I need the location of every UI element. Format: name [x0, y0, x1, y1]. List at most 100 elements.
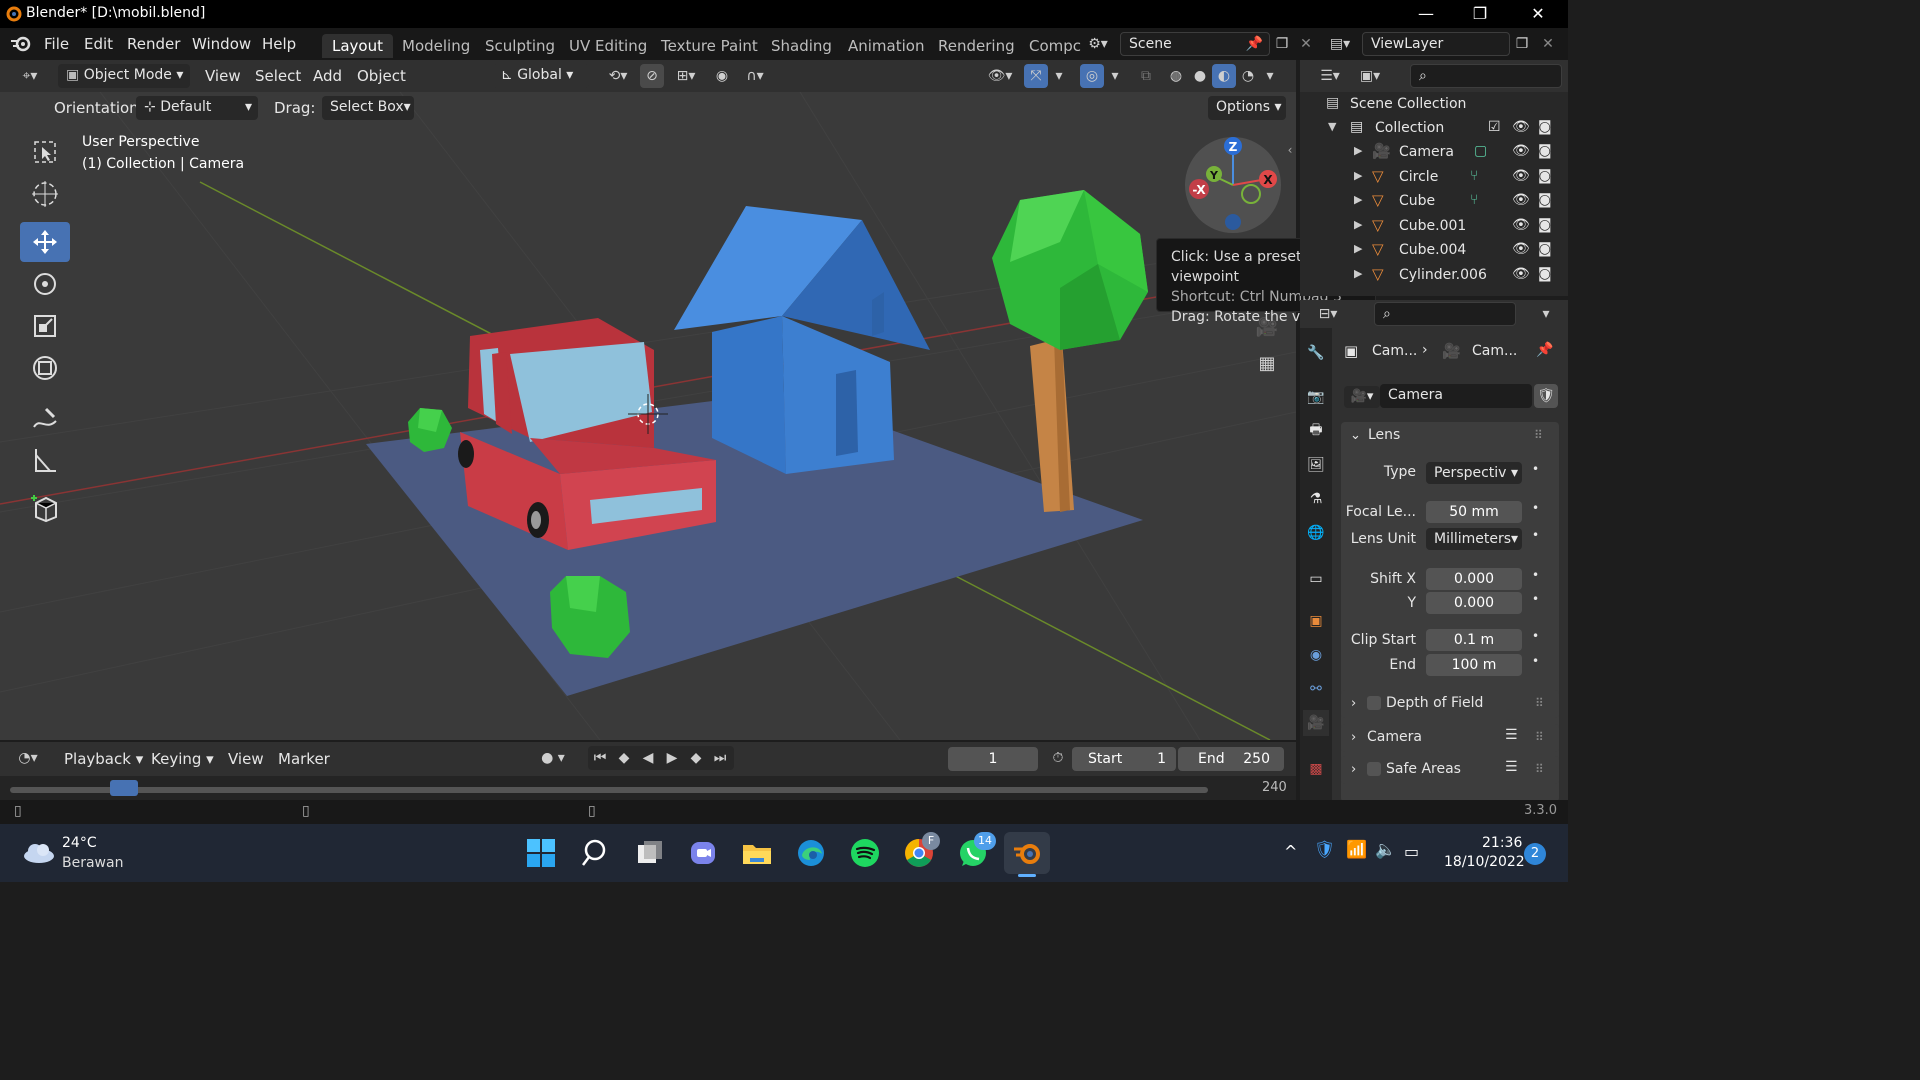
material-shading-icon[interactable]: ◐ [1212, 64, 1236, 88]
constraints-tab-icon[interactable]: ⚯ [1303, 676, 1329, 702]
viewlayer-selector-icon[interactable]: ▤▾ [1328, 32, 1352, 56]
minimize-button[interactable]: — [1398, 0, 1454, 28]
world-tab-icon[interactable]: 🌐 [1303, 520, 1329, 546]
lens-panel-header[interactable]: Lens [1368, 427, 1400, 443]
current-frame-field[interactable]: 1 [948, 747, 1038, 771]
render-camera-icon[interactable]: ◙ [1538, 266, 1552, 282]
focal-length-field[interactable]: 50 mm [1426, 501, 1522, 523]
rotate-tool[interactable] [20, 264, 70, 304]
render-camera-icon[interactable]: ◙ [1538, 119, 1552, 135]
auto-keying-icon[interactable]: ● ▾ [532, 746, 574, 770]
menu-edit[interactable]: Edit [84, 35, 113, 53]
object-tab-icon[interactable]: ▣ [1303, 608, 1329, 634]
render-camera-icon[interactable]: ◙ [1538, 241, 1552, 257]
menu-window[interactable]: Window [192, 35, 251, 53]
preview-range-icon[interactable]: ⏱ [1046, 746, 1070, 770]
presets-list-icon[interactable]: ☰ [1505, 759, 1518, 775]
viewport-menu-view[interactable]: View [205, 67, 241, 85]
3d-viewport[interactable]: User Perspective (1) Collection | Camera… [0, 92, 1376, 740]
display-mode-icon[interactable]: ▣▾ [1352, 64, 1388, 88]
outliner-row-collection[interactable]: ▼ ▤ Collection ☑ 👁 ◙ [1300, 117, 1568, 141]
prev-keyframe-icon[interactable]: ◆ [612, 746, 636, 770]
type-dropdown[interactable]: Perspectiv ▾ [1426, 462, 1522, 484]
shading-dropdown-icon[interactable]: ▾ [1260, 64, 1280, 88]
proportional-edit-icon[interactable]: ◉ [710, 64, 734, 88]
render-tab-icon[interactable]: 📷 [1303, 384, 1329, 410]
gizmo-toggle-icon[interactable]: ⤧ [1024, 64, 1048, 88]
drag-handle-icon[interactable]: ⠿ [1535, 762, 1544, 776]
tab-animation[interactable]: Animation [838, 34, 934, 58]
solid-shading-icon[interactable]: ● [1188, 64, 1212, 88]
vertex-group-icon[interactable]: ⑂ [1470, 168, 1478, 184]
camera-data-name-field[interactable]: Camera [1380, 384, 1532, 408]
viewport-menu-object[interactable]: Object [357, 67, 406, 85]
drag-handle-icon[interactable]: ⠿ [1534, 428, 1543, 442]
menu-help[interactable]: Help [262, 35, 296, 53]
outliner-row-object[interactable]: ▶ ▽ Cylinder.006 👁 ◙ [1300, 264, 1568, 288]
task-view-icon[interactable] [629, 832, 671, 874]
view-layer-tab-icon[interactable]: 🖼 [1303, 452, 1329, 478]
tab-layout[interactable]: Layout [322, 34, 393, 58]
end-frame-field[interactable]: End 250 [1178, 747, 1284, 771]
weather-description[interactable]: Berawan [62, 855, 123, 871]
timeline-ruler[interactable]: 240 [0, 776, 1296, 800]
timeline-menu-marker[interactable]: Marker [278, 750, 330, 768]
viewlayer-name-field[interactable]: ViewLayer [1362, 32, 1510, 56]
notification-badge[interactable]: 2 [1524, 843, 1546, 865]
pin-properties-icon[interactable]: 📌 [1536, 342, 1553, 358]
blender-taskbar-icon[interactable] [1004, 832, 1050, 874]
timeline-menu-playback[interactable]: Playback ▾ [64, 750, 143, 768]
pivot-point-icon[interactable]: ⟲▾ [600, 64, 636, 88]
visibility-eye-icon[interactable]: 👁 [1512, 119, 1530, 135]
options-dropdown[interactable]: Options ▾ [1208, 96, 1286, 120]
timeline-menu-view[interactable]: View [228, 750, 264, 768]
overlays-toggle-icon[interactable]: ◎ [1080, 64, 1104, 88]
animate-dot-icon[interactable]: • [1532, 654, 1539, 668]
move-tool[interactable] [20, 222, 70, 262]
camera-panel[interactable]: › Camera ☰ ⠿ [1341, 724, 1559, 752]
menu-render[interactable]: Render [127, 35, 180, 53]
outliner-row-scene-collection[interactable]: ▤ Scene Collection [1300, 93, 1568, 117]
viewport-menu-add[interactable]: Add [313, 67, 342, 85]
expand-triangle-icon[interactable]: ▶ [1354, 242, 1362, 255]
chevron-up-icon[interactable]: ^ [1284, 842, 1297, 861]
fake-user-shield-icon[interactable]: 🛡 [1534, 384, 1558, 408]
shift-x-field[interactable]: 0.000 [1426, 568, 1522, 590]
animate-dot-icon[interactable]: • [1532, 568, 1539, 582]
expand-chevron-icon[interactable]: › [1351, 730, 1356, 745]
output-tab-icon[interactable]: 🖶 [1303, 418, 1329, 444]
rendered-shading-icon[interactable]: ◔ [1236, 64, 1260, 88]
delete-viewlayer-icon[interactable]: ✕ [1536, 32, 1560, 56]
wireframe-shading-icon[interactable]: ◍ [1164, 64, 1188, 88]
collapse-triangle-icon[interactable]: ▼ [1328, 120, 1336, 133]
render-camera-icon[interactable]: ◙ [1538, 192, 1552, 208]
drag-handle-icon[interactable]: ⠿ [1535, 730, 1544, 744]
visibility-eye-icon[interactable]: 👁 [1512, 168, 1530, 184]
menu-file[interactable]: File [44, 35, 69, 53]
tab-rendering[interactable]: Rendering [928, 34, 1025, 58]
volume-icon[interactable]: 🔈 [1375, 840, 1396, 860]
jump-start-icon[interactable]: ⏮ [588, 746, 612, 770]
visibility-eye-icon[interactable]: 👁 [1512, 217, 1530, 233]
camera-data-tab-icon[interactable]: 🎥 [1303, 710, 1329, 736]
transform-tool[interactable] [20, 348, 70, 388]
camera-data-icon[interactable]: ▢ [1474, 143, 1487, 159]
xray-icon[interactable]: ⧉ [1134, 64, 1158, 88]
safe-areas-checkbox[interactable] [1367, 762, 1381, 776]
expand-triangle-icon[interactable]: ▶ [1354, 144, 1362, 157]
presets-list-icon[interactable]: ☰ [1505, 727, 1518, 743]
play-reverse-icon[interactable]: ◀ [636, 746, 660, 770]
timeline-editor-type-icon[interactable]: ◔▾ [10, 746, 46, 770]
expand-triangle-icon[interactable]: ▶ [1354, 218, 1362, 231]
expand-triangle-icon[interactable]: ▶ [1354, 169, 1362, 182]
close-window-button[interactable]: ✕ [1510, 0, 1566, 28]
texture-tab-icon[interactable]: ▩ [1303, 756, 1329, 782]
properties-search-input[interactable]: ⌕ [1374, 302, 1516, 326]
safe-areas-panel[interactable]: › Safe Areas ☰ ⠿ [1341, 756, 1559, 784]
collection-tab-icon[interactable]: ▭ [1303, 566, 1329, 592]
visibility-icon[interactable]: 👁▾ [980, 64, 1020, 88]
properties-options-icon[interactable]: ▾ [1534, 302, 1558, 326]
render-camera-icon[interactable]: ◙ [1538, 217, 1552, 233]
tab-uv-editing[interactable]: UV Editing [559, 34, 657, 58]
maximize-button[interactable]: ❐ [1452, 0, 1508, 28]
